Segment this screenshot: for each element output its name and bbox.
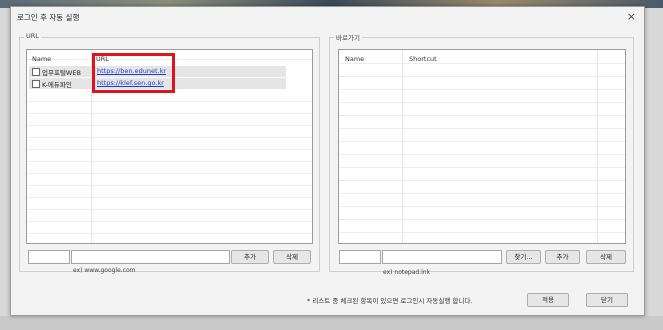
url-list[interactable]: Name URL 업무포털WEB https://ben.edunet.kr K… bbox=[26, 49, 313, 244]
row-checkbox[interactable] bbox=[32, 68, 40, 76]
url-input[interactable] bbox=[71, 250, 230, 264]
grid-line bbox=[339, 90, 625, 103]
row-name: K-에듀파인 bbox=[42, 81, 72, 89]
grid-line bbox=[27, 162, 312, 174]
grid-line bbox=[27, 186, 312, 198]
row-name: 업무포털WEB bbox=[42, 69, 81, 77]
auto-run-dialog: 로그인 후 자동 실행 × URL Name URL 업무포털WEB https… bbox=[10, 6, 645, 316]
grid-line bbox=[27, 138, 312, 150]
grid-line bbox=[27, 102, 312, 114]
url-group-label: URL bbox=[24, 32, 41, 40]
shortcut-browse-button[interactable]: 찾기... bbox=[506, 250, 541, 264]
shortcut-group-label: 바로가기 bbox=[334, 32, 362, 42]
grid-line bbox=[339, 77, 625, 90]
grid-line bbox=[339, 220, 625, 233]
apply-button[interactable]: 적용 bbox=[527, 293, 569, 307]
grid-line bbox=[27, 222, 312, 234]
close-button[interactable]: 닫기 bbox=[586, 293, 628, 307]
grid-line bbox=[339, 168, 625, 181]
url-hint: ex) www.google.com bbox=[73, 267, 136, 274]
shortcut-delete-button[interactable]: 삭제 bbox=[586, 250, 626, 264]
shortcut-column-header-name[interactable]: Name bbox=[345, 55, 364, 63]
title-bar: 로그인 후 자동 실행 × bbox=[11, 7, 644, 25]
grid-line bbox=[27, 126, 312, 138]
grid-line bbox=[27, 198, 312, 210]
shortcut-add-button[interactable]: 추가 bbox=[545, 250, 580, 264]
url-column-highlight-box bbox=[92, 53, 175, 93]
desktop-taskbar-area bbox=[0, 316, 663, 330]
shortcut-path-input[interactable] bbox=[382, 250, 502, 264]
grid-line bbox=[339, 129, 625, 142]
url-column-header-name[interactable]: Name bbox=[32, 55, 51, 63]
shortcut-list[interactable]: Name Shortcut bbox=[338, 49, 626, 244]
grid-line bbox=[339, 207, 625, 220]
grid-line bbox=[339, 64, 625, 77]
auto-run-note: * 리스트 중 체크된 항목이 있으면 로그인시 자동실행 합니다. bbox=[307, 297, 473, 305]
grid-line bbox=[339, 155, 625, 168]
grid-line bbox=[27, 114, 312, 126]
url-delete-button[interactable]: 삭제 bbox=[273, 250, 311, 264]
shortcut-name-input[interactable] bbox=[339, 250, 381, 264]
shortcut-list-header-row bbox=[339, 50, 625, 64]
dialog-title: 로그인 후 자동 실행 bbox=[17, 13, 80, 22]
grid-line bbox=[339, 181, 625, 194]
shortcut-hint: ex) notepad.lnk bbox=[383, 269, 431, 276]
close-icon[interactable]: × bbox=[627, 10, 636, 23]
row-checkbox[interactable] bbox=[32, 80, 40, 88]
grid-line bbox=[339, 116, 625, 129]
url-name-input[interactable] bbox=[28, 250, 70, 264]
grid-line bbox=[27, 210, 312, 222]
url-add-button[interactable]: 추가 bbox=[231, 250, 269, 264]
grid-line bbox=[339, 142, 625, 155]
grid-line bbox=[339, 103, 625, 116]
shortcut-column-header-shortcut[interactable]: Shortcut bbox=[409, 55, 437, 63]
grid-line bbox=[339, 194, 625, 207]
grid-line bbox=[27, 150, 312, 162]
grid-line bbox=[27, 174, 312, 186]
